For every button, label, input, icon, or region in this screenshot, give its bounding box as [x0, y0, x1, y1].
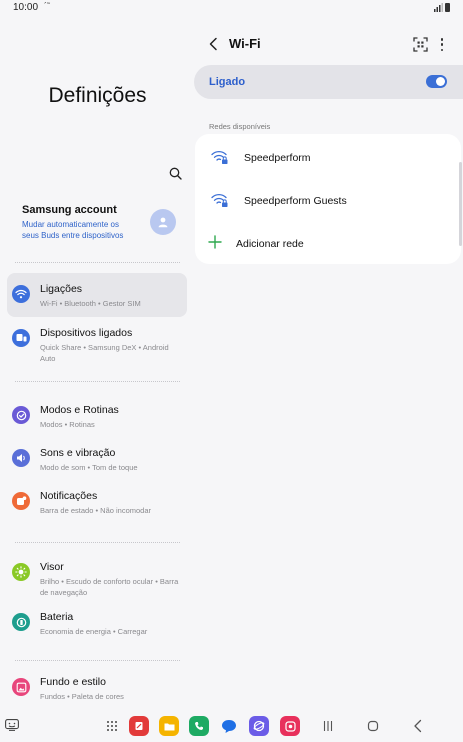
menu-item-subtitle: Economia de energia • Carregar [40, 627, 148, 636]
menu-item-subtitle: Barra de estado • Não incomodar [40, 506, 152, 515]
menu-item-subtitle: Fundos • Paleta de cores [40, 692, 124, 701]
sun-icon [12, 563, 30, 581]
phone-app-icon[interactable] [189, 716, 209, 736]
menu-item-dispositivos-ligados[interactable]: Dispositivos ligados Quick Share • Samsu… [7, 317, 187, 363]
account-description: Mudar automaticamente os seus Buds entre… [22, 220, 124, 240]
menu-item-title: Fundo e estilo [40, 676, 106, 688]
menu-item-title: Notificações [40, 490, 98, 502]
browser-app-icon[interactable] [249, 716, 269, 736]
home-icon[interactable] [367, 720, 379, 732]
status-indicator: ´˜ [44, 1, 50, 11]
menu-item-title: Ligações [40, 283, 83, 295]
available-networks-label: Redes disponíveis [209, 122, 271, 131]
network-name: Speedperform [244, 152, 311, 164]
menu-item-subtitle: Modo de som • Tom de toque [40, 463, 138, 472]
person-icon [158, 217, 168, 228]
menu-item-subtitle: Quick Share • Samsung DeX • Android Auto [40, 343, 169, 363]
network-name: Speedperform Guests [244, 195, 347, 207]
menu-item-title: Dispositivos ligados [40, 327, 133, 339]
network-item-speedperform-guests[interactable]: Speedperform Guests [195, 179, 461, 221]
signal-icon [434, 3, 443, 12]
wifi-toggle-switch[interactable] [426, 75, 447, 88]
divider [15, 381, 180, 382]
battery-status-icon [445, 3, 450, 12]
status-bar: 10:00 ´˜ [0, 0, 463, 16]
notes-app-icon[interactable] [129, 716, 149, 736]
menu-item-subtitle: Brilho • Escudo de conforto ocular • Bar… [40, 577, 179, 597]
nav-back-icon[interactable] [412, 719, 424, 733]
search-button[interactable] [165, 163, 185, 183]
divider [15, 262, 180, 263]
avatar[interactable] [150, 209, 176, 235]
messages-app-icon[interactable] [219, 716, 239, 736]
speaker-icon [12, 449, 30, 467]
wifi-lock-icon [211, 193, 228, 207]
menu-item-modos-e-rotinas[interactable]: Modos e Rotinas Modos • Rotinas [7, 394, 187, 438]
menu-item-title: Visor [40, 561, 64, 573]
menu-item-subtitle: Wi-Fi • Bluetooth • Gestor SIM [40, 299, 141, 308]
menu-item-visor[interactable]: Visor Brilho • Escudo de conforto ocular… [7, 551, 187, 597]
wifi-lock-icon [211, 150, 228, 164]
notification-icon [12, 492, 30, 510]
check-circle-icon [12, 406, 30, 424]
back-arrow-icon[interactable] [206, 36, 222, 52]
page-title: Definições [48, 84, 147, 107]
menu-item-title: Bateria [40, 611, 74, 623]
menu-item-subtitle: Modos • Rotinas [40, 420, 95, 429]
menu-item-title: Modos e Rotinas [40, 404, 119, 416]
toggle-knob [436, 77, 445, 86]
wifi-icon [12, 285, 30, 303]
add-network-label: Adicionar rede [236, 238, 304, 250]
wallpaper-icon [12, 678, 30, 696]
apps-grid-icon[interactable] [106, 720, 118, 732]
wifi-page-title: Wi-Fi [229, 36, 261, 51]
menu-item-ligacoes[interactable]: Ligações Wi-Fi • Bluetooth • Gestor SIM [7, 273, 187, 317]
divider [15, 542, 180, 543]
folder-app-icon[interactable] [159, 716, 179, 736]
search-icon [169, 167, 182, 180]
menu-item-title: Sons e vibração [40, 447, 116, 459]
status-time: 10:00 [13, 2, 39, 13]
recent-apps-icon[interactable] [322, 720, 334, 732]
menu-item-sons-e-vibracao[interactable]: Sons e vibração Modo de som • Tom de toq… [7, 437, 187, 481]
add-network-button[interactable]: Adicionar rede [195, 222, 461, 264]
wifi-toggle-label: Ligado [209, 76, 246, 88]
wifi-toggle-card[interactable]: Ligado [194, 65, 463, 99]
network-item-speedperform[interactable]: Speedperform [195, 136, 461, 178]
menu-item-notificacoes[interactable]: Notificações Barra de estado • Não incom… [7, 480, 187, 524]
plus-icon [208, 235, 222, 249]
scrollbar[interactable] [459, 162, 462, 246]
navigation-bar [0, 708, 463, 742]
devices-icon [12, 329, 30, 347]
screen-recorder-app-icon[interactable] [280, 716, 300, 736]
divider [15, 660, 180, 661]
battery-icon [12, 613, 30, 631]
network-list: Speedperform Speedperform Guests Adicion… [195, 134, 461, 264]
qr-scan-icon[interactable] [413, 37, 428, 52]
more-options-icon[interactable] [437, 37, 447, 52]
menu-item-bateria[interactable]: Bateria Economia de energia • Carregar [7, 601, 187, 645]
menu-item-fundo-e-estilo[interactable]: Fundo e estilo Fundos • Paleta de cores [7, 666, 187, 710]
keyboard-icon[interactable] [5, 719, 19, 731]
